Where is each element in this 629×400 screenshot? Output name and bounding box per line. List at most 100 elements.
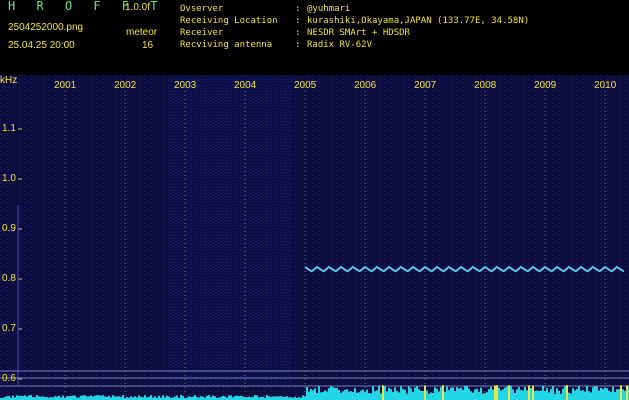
info-colon: : [295,16,301,26]
level-bar [366,389,368,400]
level-bar [386,391,388,400]
level-bar [372,385,374,400]
level-bar [236,395,238,400]
level-bar [590,392,592,400]
level-bar [546,388,548,400]
level-bar [320,392,322,400]
level-bar [526,390,528,400]
level-bar [248,396,250,400]
level-bar [356,392,358,400]
level-bar [102,395,104,400]
level-bar [206,395,208,400]
level-bar [592,387,594,400]
level-bar [378,386,380,400]
level-bar [458,388,460,400]
level-bar [596,386,598,400]
level-bar [598,390,600,400]
level-bar [20,395,22,400]
spectrogram [0,75,629,400]
level-bar [422,390,424,400]
level-bar [6,396,8,400]
level-bar [446,386,448,400]
info-key-location: Receiving Location [180,16,278,26]
level-bar [574,390,576,400]
timestamp: 25.04.25 20:00 [8,40,75,51]
level-bar [84,395,86,400]
level-bar [580,390,582,400]
level-bar [286,396,288,400]
level-bar [558,390,560,400]
x-tick-label: 2008 [474,80,497,91]
level-bar [310,389,312,400]
level-bar [564,386,566,400]
level-bar [312,390,314,400]
y-tick-label: 0.8 [2,273,16,284]
level-bar [374,391,376,400]
header-panel: H R O F F T 1.0.0f 2504252000.png meteor… [0,0,629,75]
level-bar [54,396,56,400]
level-bar [278,396,280,400]
level-bar [472,392,474,400]
level-bar [448,390,450,400]
level-bar [570,393,572,400]
level-bar [572,388,574,400]
level-bar [410,388,412,400]
level-bar [576,389,578,400]
meteor-count: 16 [142,40,154,51]
level-bar [478,391,480,400]
level-bar [12,395,14,400]
info-colon: : [295,28,301,38]
level-bar [328,388,330,400]
level-bar [322,392,324,400]
level-bar [212,395,214,400]
level-bar [474,389,476,400]
info-value-receiver: NESDR SMArt + HDSDR [307,28,410,38]
level-bar [582,390,584,400]
level-bar [492,389,494,400]
level-bar [380,393,382,400]
level-bar [488,389,490,400]
level-bar [118,396,120,400]
x-tick-label: 2001 [54,80,77,91]
level-bar [348,391,350,400]
level-bar [434,387,436,400]
level-bar [72,395,74,400]
level-bar [162,395,164,400]
level-bar [388,388,390,400]
level-bar [302,395,304,400]
level-bar [334,387,336,400]
level-bar [130,396,132,400]
level-bar [394,387,396,400]
level-bar [114,396,116,400]
level-bar [92,396,94,400]
level-bar [402,388,404,400]
level-bar [166,395,168,400]
level-bar [256,395,258,400]
level-bar [58,395,60,400]
level-bar [208,395,210,400]
level-bar [466,385,468,400]
level-bar [442,385,444,400]
level-bar [508,385,510,400]
level-bar [456,387,458,400]
level-bar [482,393,484,400]
level-bar [8,395,10,400]
x-tick-label: 2009 [534,80,557,91]
level-bar [534,391,536,400]
level-bar [408,386,410,400]
y-tick-label: 0.6 [2,373,16,384]
level-bar [620,385,622,400]
level-bar [308,391,310,400]
info-key-receiver: Receiver [180,28,224,38]
level-bar [176,395,178,400]
level-bar [512,389,514,400]
level-bar [538,390,540,400]
level-bar [74,395,76,400]
level-bar [424,385,426,400]
level-bar [496,385,498,400]
level-bar [516,389,518,400]
level-bar [544,390,546,400]
level-bar [486,392,488,400]
level-bar [428,393,430,400]
level-bar [520,389,522,400]
